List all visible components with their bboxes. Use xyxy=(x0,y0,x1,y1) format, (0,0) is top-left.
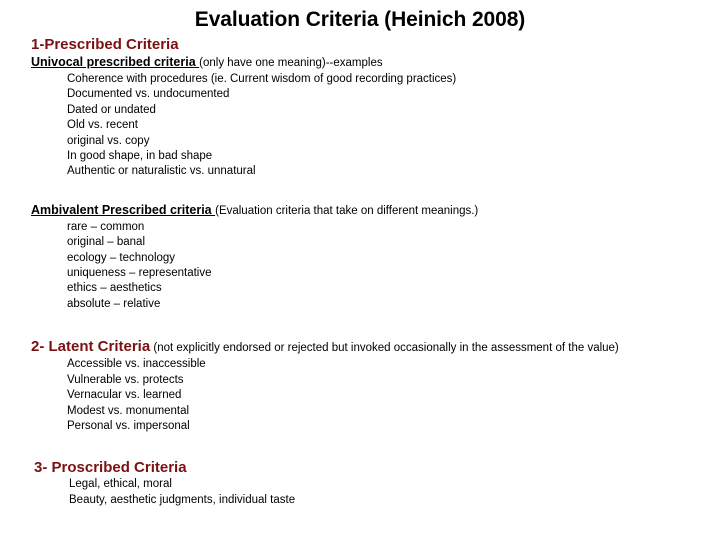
list-univocal-items: Coherence with procedures (ie. Current w… xyxy=(31,72,711,180)
list-item: ethics – aesthetics xyxy=(67,282,162,295)
list-item: uniqueness – representative xyxy=(67,267,212,280)
subsection-label-univocal: Univocal prescribed criteria xyxy=(31,55,200,69)
page-title: Evaluation Criteria (Heinich 2008) xyxy=(194,8,526,31)
list-item: Legal, ethical, moral xyxy=(69,478,172,491)
list-item: Old vs. recent xyxy=(67,119,138,132)
section-heading-latent: 2- Latent Criteria (not explicitly endor… xyxy=(31,338,711,357)
section-heading-prescribed: 1-Prescribed Criteria xyxy=(31,36,179,53)
list-item: Authentic or naturalistic vs. unnatural xyxy=(67,165,256,178)
list-item: Documented vs. undocumented xyxy=(67,88,230,101)
slide-body: 1-Prescribed Criteria Univocal prescribe… xyxy=(31,36,711,508)
list-item: Modest vs. monumental xyxy=(67,404,190,417)
list-item: Vulnerable vs. protects xyxy=(67,373,184,386)
list-item: original vs. copy xyxy=(67,134,150,147)
list-item: In good shape, in bad shape xyxy=(67,150,213,163)
list-item: Personal vs. impersonal xyxy=(67,419,190,432)
list-item: Vernacular vs. learned xyxy=(67,389,182,402)
list-item: ecology – technology xyxy=(67,251,176,264)
list-latent-items: Accessible vs. inaccessible Vulnerable v… xyxy=(31,357,711,434)
list-item: Beauty, aesthetic judgments, individual … xyxy=(69,493,296,506)
subsection-paren-ambivalent: (Evaluation criteria that take on differ… xyxy=(215,204,479,217)
slide: Evaluation Criteria (Heinich 2008) 1-Pre… xyxy=(0,0,720,540)
list-proscribed-items: Legal, ethical, moral Beauty, aesthetic … xyxy=(31,477,711,508)
list-ambivalent-items: rare – common original – banal ecology –… xyxy=(31,220,711,312)
list-item: Coherence with procedures (ie. Current w… xyxy=(67,73,457,85)
list-item: Dated or undated xyxy=(67,103,156,116)
subsection-heading-univocal: Univocal prescribed criteria (only have … xyxy=(31,54,711,72)
subsection-label-ambivalent: Ambivalent Prescribed criteria xyxy=(31,202,216,217)
list-item: rare – common xyxy=(67,220,145,233)
list-item: Accessible vs. inaccessible xyxy=(67,358,206,371)
subsection-heading-ambivalent: Ambivalent Prescribed criteria (Evaluati… xyxy=(31,202,711,220)
subsection-paren-univocal: (only have one meaning)--examples xyxy=(199,57,383,69)
list-item: absolute – relative xyxy=(67,297,161,310)
section-heading-latent-label: 2- Latent Criteria xyxy=(31,338,151,356)
section-heading-latent-paren: (not explicitly endorsed or rejected but… xyxy=(150,342,619,355)
section-heading-proscribed: 3- Proscribed Criteria xyxy=(34,459,187,477)
list-item: original – banal xyxy=(67,236,146,249)
